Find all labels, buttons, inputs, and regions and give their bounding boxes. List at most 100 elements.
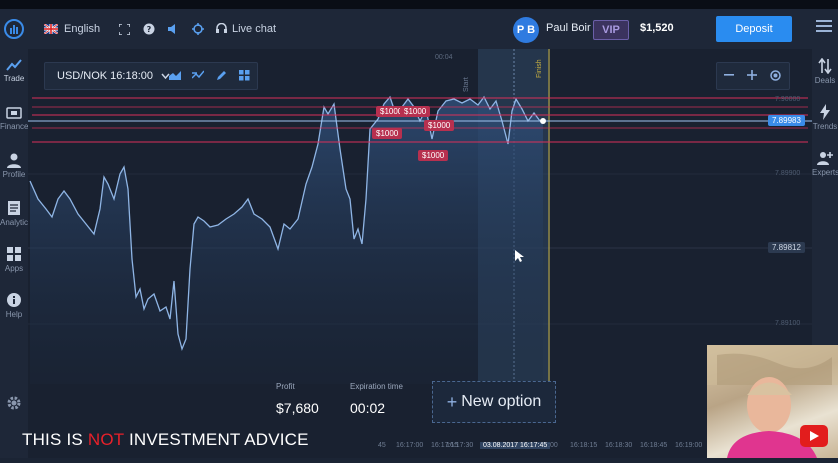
disclaimer-text: THIS IS NOT INVESTMENT ADVICE bbox=[22, 430, 309, 450]
minus-icon bbox=[724, 74, 734, 76]
sound-button[interactable] bbox=[167, 9, 179, 49]
sidebar-item-help[interactable]: Help bbox=[0, 292, 28, 319]
sidebar-item-trends[interactable]: Trends bbox=[812, 104, 838, 131]
updown-arrows-icon bbox=[818, 58, 832, 74]
chart-line-icon bbox=[6, 59, 22, 71]
x-tick-label: 16:18:15 bbox=[570, 442, 598, 449]
speaker-icon bbox=[168, 24, 175, 34]
price-level-label: 7.89900 bbox=[775, 170, 801, 177]
zoom-out-button[interactable] bbox=[718, 64, 740, 86]
vip-badge: VIP bbox=[593, 20, 629, 40]
zoom-in-button[interactable] bbox=[741, 64, 763, 86]
sidebar-item-finances[interactable]: Finances bbox=[0, 106, 32, 131]
plus-icon: + bbox=[446, 391, 458, 412]
user-name[interactable]: Paul Boir bbox=[546, 22, 591, 34]
price-area bbox=[30, 97, 543, 384]
plus-icon bbox=[747, 70, 757, 80]
info-icon bbox=[7, 293, 21, 307]
drawing-button[interactable] bbox=[210, 64, 232, 86]
apps-grid-icon bbox=[7, 247, 21, 261]
gear-icon bbox=[7, 396, 21, 410]
x-tick-label: 16:18:45 bbox=[640, 442, 668, 449]
presenter-image bbox=[707, 345, 838, 458]
x-tick-label: 45 bbox=[378, 442, 386, 449]
question-icon: ? bbox=[143, 23, 155, 35]
area-chart-icon bbox=[169, 71, 181, 80]
order-tag[interactable]: $1000 bbox=[418, 150, 449, 161]
disclaimer-part: THIS IS bbox=[22, 430, 88, 449]
new-option-label: New option bbox=[461, 393, 542, 410]
expiration-value: 00:02 bbox=[350, 400, 386, 416]
sidebar-item-experts[interactable]: Experts bbox=[812, 150, 838, 177]
menu-icon[interactable] bbox=[816, 20, 832, 34]
window-top-strip bbox=[0, 0, 838, 9]
timer-label: 00:04 bbox=[435, 54, 453, 61]
reference-price-badge: 7.89812 bbox=[768, 242, 805, 253]
language-label: English bbox=[64, 23, 101, 35]
order-tag[interactable]: $1000 bbox=[372, 128, 403, 139]
asset-label: USD/NOK 16:18:00 bbox=[57, 70, 153, 82]
avatar[interactable]: P B bbox=[513, 17, 539, 43]
crosshair-button[interactable] bbox=[192, 9, 204, 49]
order-tag[interactable]: $1000 bbox=[400, 106, 431, 117]
sidebar-item-profile[interactable]: Profile bbox=[0, 152, 28, 179]
help-button[interactable]: ? bbox=[143, 9, 155, 49]
profit-value: $7,680 bbox=[276, 400, 319, 416]
x-tick-label: 16:19:00 bbox=[675, 442, 703, 449]
sidebar-item-label: Trade bbox=[3, 74, 25, 83]
user-icon bbox=[7, 153, 21, 168]
current-price-badge: 7.89983 bbox=[768, 115, 805, 126]
user-plus-icon bbox=[817, 152, 833, 165]
sidebar-item-label: Trends bbox=[812, 122, 838, 131]
sidebar-item-label: Help bbox=[5, 310, 23, 319]
indicators-icon bbox=[192, 70, 204, 79]
disclaimer-emphasis: NOT bbox=[87, 430, 125, 449]
x-tick-label: 16:17:00 bbox=[396, 442, 424, 449]
fullscreen-icon bbox=[119, 23, 130, 35]
crosshair-icon bbox=[192, 23, 204, 35]
target-icon bbox=[769, 69, 781, 81]
fullscreen-button[interactable] bbox=[119, 9, 130, 49]
profit-label: Profit bbox=[276, 382, 295, 391]
layout-button[interactable] bbox=[233, 64, 255, 86]
sidebar-item-label: Experts bbox=[812, 168, 838, 177]
chart-type-button[interactable] bbox=[164, 64, 186, 86]
logo-icon bbox=[4, 19, 24, 39]
price-level-label: 7.89100 bbox=[775, 320, 801, 327]
settings-button[interactable] bbox=[0, 395, 28, 413]
lightning-icon bbox=[820, 104, 830, 120]
grid-icon bbox=[238, 69, 249, 80]
sidebar-item-analytics[interactable]: Analytics bbox=[0, 200, 32, 227]
language-selector[interactable]: English bbox=[44, 9, 100, 49]
expiration-label: Expiration time bbox=[350, 382, 403, 391]
sidebar-item-label: Deals bbox=[814, 76, 836, 85]
sidebar-item-deals[interactable]: Deals bbox=[812, 58, 838, 85]
headset-icon bbox=[216, 23, 227, 33]
indicators-button[interactable] bbox=[187, 64, 209, 86]
finish-label: Finish bbox=[536, 59, 543, 78]
live-chat-label: Live chat bbox=[232, 23, 277, 35]
uk-flag-icon bbox=[44, 24, 58, 34]
wallet-icon bbox=[6, 107, 22, 119]
pencil-icon bbox=[216, 70, 226, 80]
price-level-label: 7.90000 bbox=[775, 96, 801, 103]
x-tick-label: 16:17:30 bbox=[446, 442, 474, 449]
order-tag[interactable]: $1000 bbox=[424, 120, 455, 131]
x-tick-label: 16:18:30 bbox=[605, 442, 633, 449]
sidebar-item-trade[interactable]: Trade bbox=[0, 58, 28, 83]
disclaimer-part: INVESTMENT ADVICE bbox=[124, 430, 309, 449]
new-option-button[interactable]: + New option bbox=[432, 381, 556, 423]
deposit-button[interactable]: Deposit bbox=[716, 16, 792, 42]
webcam-overlay bbox=[707, 345, 838, 458]
asset-selector[interactable]: USD/NOK 16:18:00 bbox=[57, 70, 170, 82]
sidebar-item-label: Apps bbox=[4, 264, 24, 273]
right-sidebar bbox=[812, 49, 838, 349]
svg-text:?: ? bbox=[147, 25, 152, 34]
zoom-reset-button[interactable] bbox=[764, 64, 786, 86]
account-balance[interactable]: $1,520 bbox=[640, 22, 674, 34]
sidebar-item-apps[interactable]: Apps bbox=[0, 246, 28, 273]
x-tick-label: 03.08.2017 16:17:45 bbox=[480, 442, 551, 449]
document-icon bbox=[8, 201, 20, 215]
app-logo[interactable] bbox=[0, 9, 28, 49]
live-chat-button[interactable]: Live chat bbox=[216, 9, 276, 49]
